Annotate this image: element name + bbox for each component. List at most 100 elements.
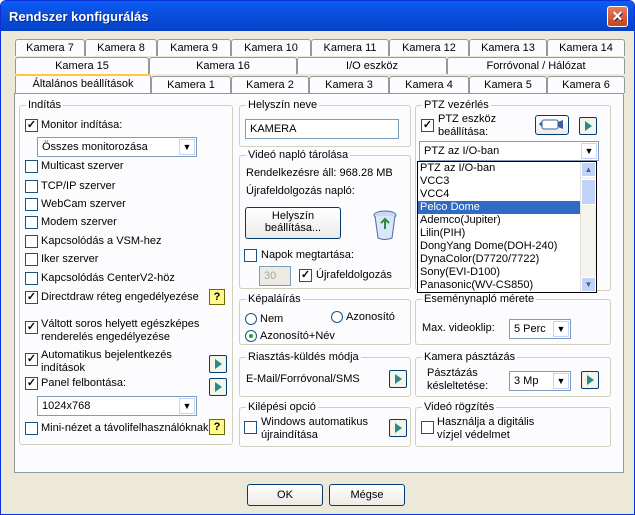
tab-kamera-12[interactable]: Kamera 12 (389, 39, 469, 56)
panel-felbontasa-checkbox[interactable]: ✓ (25, 377, 38, 390)
caption-id-name-radio[interactable] (245, 330, 257, 342)
help-icon[interactable]: ? (209, 289, 225, 305)
riasztas-legend: Riasztás-küldés módja (246, 351, 361, 363)
video-naplo-legend: Videó napló tárolása (246, 149, 351, 161)
tab-kamera-16[interactable]: Kamera 16 (149, 57, 297, 74)
windows-restart-checkbox[interactable] (244, 421, 257, 434)
mini-view-checkbox[interactable] (25, 422, 38, 435)
ptz-device-button[interactable] (535, 115, 569, 135)
scroll-up-icon[interactable]: ▲ (581, 162, 596, 177)
alarm-method-label: E-Mail/Forróvonal/SMS (246, 373, 360, 385)
auto-login-settings-button[interactable] (209, 355, 227, 373)
keep-days-checkbox[interactable] (244, 249, 257, 262)
chevron-down-icon: ▼ (179, 139, 195, 155)
tab-io-eszkoz[interactable]: I/O eszköz (297, 57, 447, 74)
ptz-dropdown-list[interactable]: PTZ az I/O-ban VCC3 VCC4 Pelco Dome Adem… (417, 161, 597, 293)
caption-id-radio[interactable] (331, 311, 343, 323)
keep-days-label: Napok megtartása: (261, 249, 354, 261)
tab-kamera-4[interactable]: Kamera 4 (389, 76, 469, 93)
tab-kamera-3[interactable]: Kamera 3 (309, 76, 389, 93)
ptz-checkbox[interactable]: ✓ (421, 119, 434, 132)
auto-login-label-line2: indítások (41, 362, 86, 374)
caption-none-radio[interactable] (245, 313, 257, 325)
tab-kamera-9[interactable]: Kamera 9 (157, 39, 231, 56)
centerv2-checkbox[interactable] (25, 272, 38, 285)
monitor-inditasa-checkbox[interactable]: ✓ (25, 119, 38, 132)
vsm-checkbox[interactable] (25, 235, 38, 248)
cancel-button[interactable]: Mégse (329, 484, 405, 506)
windows-restart-label-line2: újraindítása (261, 429, 318, 441)
ok-label: OK (277, 489, 293, 501)
recycle-checkbox[interactable]: ✓ (299, 269, 312, 282)
tab-altalanos-beallitasok[interactable]: Általános beállítások (15, 74, 151, 93)
auto-login-checkbox[interactable]: ✓ (25, 353, 38, 366)
ptz-option[interactable]: VCC3 (418, 175, 596, 188)
ptz-option-selected[interactable]: Pelco Dome (418, 201, 596, 214)
max-clip-select[interactable]: 5 Perc ▼ (509, 319, 571, 339)
monitor-select[interactable]: Összes monitorozása ▼ (37, 137, 197, 157)
ptz-option[interactable]: Sony(EVI-D100) (418, 266, 596, 279)
ptz-settings-button[interactable] (579, 117, 597, 135)
modem-checkbox[interactable] (25, 216, 38, 229)
tab-kamera-6[interactable]: Kamera 6 (547, 76, 625, 93)
valtott-label-line2: renderelés engedélyezése (41, 331, 171, 343)
monitor-select-value: Összes monitorozása (42, 141, 148, 153)
alarm-method-button[interactable] (389, 370, 407, 388)
multicast-checkbox[interactable] (25, 160, 38, 173)
caption-id-name-label: Azonosító+Név (260, 330, 335, 342)
multicast-label: Multicast szerver (41, 160, 124, 172)
tab-kamera-7[interactable]: Kamera 7 (15, 39, 85, 56)
exit-option-button[interactable] (389, 419, 407, 437)
ptz-option[interactable]: DongYang Dome(DOH-240) (418, 240, 596, 253)
site-settings-button[interactable]: Helyszín beállítása... (245, 207, 341, 239)
keep-days-input[interactable]: 30 (259, 266, 291, 286)
tab-kamera-13[interactable]: Kamera 13 (469, 39, 547, 56)
directdraw-checkbox[interactable]: ✓ (25, 291, 38, 304)
chevron-down-icon: ▼ (179, 398, 195, 414)
watermark-label-line2: vízjel védelmet (437, 429, 510, 441)
ptz-select[interactable]: PTZ az I/O-ban ▼ (419, 141, 599, 161)
vsm-label: Kapcsolódás a VSM-hez (41, 235, 162, 247)
scroll-down-icon[interactable]: ▼ (581, 277, 596, 292)
scan-delay-value: 3 Mp (514, 375, 539, 387)
panel-settings-button[interactable] (209, 378, 227, 396)
ptz-list-scrollbar[interactable]: ▲ ▼ (580, 162, 596, 292)
close-icon: ✕ (611, 8, 624, 24)
webcam-checkbox[interactable] (25, 198, 38, 211)
ptz-option[interactable]: Lilin(PIH) (418, 227, 596, 240)
scan-delay-select[interactable]: 3 Mp ▼ (509, 371, 571, 391)
ptz-option[interactable]: PTZ az I/O-ban (418, 162, 596, 175)
ptz-option[interactable]: Panasonic(WV-CS850) (418, 279, 596, 292)
site-name-input[interactable]: KAMERA (245, 119, 399, 139)
panel-resolution-select[interactable]: 1024x768 ▼ (37, 396, 197, 416)
watermark-checkbox[interactable] (421, 421, 434, 434)
tab-kamera-2[interactable]: Kamera 2 (231, 76, 309, 93)
help-icon[interactable]: ? (209, 419, 225, 435)
cancel-label: Mégse (350, 489, 384, 501)
tab-kamera-14[interactable]: Kamera 14 (547, 39, 625, 56)
tab-kamera-8[interactable]: Kamera 8 (85, 39, 157, 56)
max-clip-value: 5 Perc (514, 323, 546, 335)
scan-settings-button[interactable] (581, 371, 599, 389)
valtott-checkbox[interactable]: ✓ (25, 321, 38, 334)
iker-checkbox[interactable] (25, 253, 38, 266)
tab-kamera-11[interactable]: Kamera 11 (311, 39, 389, 56)
tab-kamera-5[interactable]: Kamera 5 (469, 76, 547, 93)
recycle-label: Újrafeldolgozás (316, 269, 392, 281)
tab-kamera-1[interactable]: Kamera 1 (151, 76, 231, 93)
ptz-option[interactable]: VCC4 (418, 188, 596, 201)
ptz-option[interactable]: Ademco(Jupiter) (418, 214, 596, 227)
close-button[interactable]: ✕ (607, 6, 628, 27)
helyszin-legend: Helyszín neve (246, 99, 320, 111)
valtott-label-line1: Váltott soros helyett egészképes (41, 318, 200, 330)
scroll-thumb[interactable] (581, 179, 596, 205)
tab-kamera-15[interactable]: Kamera 15 (15, 57, 149, 74)
ptz-select-value: PTZ az I/O-ban (424, 145, 500, 157)
ptz-label-line1: PTZ eszköz (438, 113, 497, 125)
tab-forrovonal-halozat[interactable]: Forróvonal / Hálózat (447, 57, 625, 74)
webcam-label: WebCam szerver (41, 198, 126, 210)
ptz-option[interactable]: DynaColor(D7720/7722) (418, 253, 596, 266)
tcpip-checkbox[interactable] (25, 180, 38, 193)
ok-button[interactable]: OK (247, 484, 323, 506)
tab-kamera-10[interactable]: Kamera 10 (231, 39, 311, 56)
